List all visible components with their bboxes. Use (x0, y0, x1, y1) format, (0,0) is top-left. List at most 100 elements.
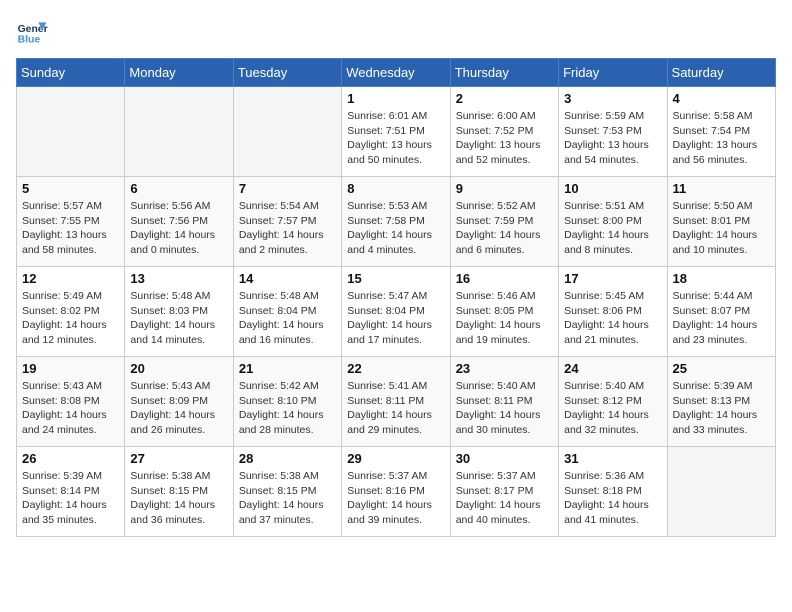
header: General Blue (16, 16, 776, 48)
day-info: Sunrise: 5:36 AM Sunset: 8:18 PM Dayligh… (564, 469, 661, 528)
calendar-cell: 31Sunrise: 5:36 AM Sunset: 8:18 PM Dayli… (559, 447, 667, 537)
calendar-cell (233, 87, 341, 177)
day-info: Sunrise: 5:46 AM Sunset: 8:05 PM Dayligh… (456, 289, 553, 348)
day-info: Sunrise: 6:01 AM Sunset: 7:51 PM Dayligh… (347, 109, 444, 168)
calendar-table: SundayMondayTuesdayWednesdayThursdayFrid… (16, 58, 776, 537)
day-info: Sunrise: 5:48 AM Sunset: 8:03 PM Dayligh… (130, 289, 227, 348)
day-number: 30 (456, 451, 553, 466)
day-number: 7 (239, 181, 336, 196)
day-number: 1 (347, 91, 444, 106)
day-number: 22 (347, 361, 444, 376)
calendar-week-1: 1 Sunrise: 6:01 AM Sunset: 7:51 PM Daylig… (17, 87, 776, 177)
day-info: Sunrise: 5:40 AM Sunset: 8:11 PM Dayligh… (456, 379, 553, 438)
day-number: 9 (456, 181, 553, 196)
calendar-header-row: SundayMondayTuesdayWednesdayThursdayFrid… (17, 59, 776, 87)
calendar-cell: 2 Sunrise: 6:00 AM Sunset: 7:52 PM Daylig… (450, 87, 558, 177)
calendar-cell: 25Sunrise: 5:39 AM Sunset: 8:13 PM Dayli… (667, 357, 775, 447)
day-number: 27 (130, 451, 227, 466)
calendar-cell: 16 Sunrise: 5:46 AM Sunset: 8:05 PM Dayli… (450, 267, 558, 357)
day-number: 10 (564, 181, 661, 196)
calendar-cell: 10 Sunrise: 5:51 AM Sunset: 8:00 PM Dayli… (559, 177, 667, 267)
svg-text:Blue: Blue (18, 34, 41, 45)
calendar-cell: 30 Sunrise: 5:37 AM Sunset: 8:17 PM Dayli… (450, 447, 558, 537)
calendar-cell: 15 Sunrise: 5:47 AM Sunset: 8:04 PM Dayli… (342, 267, 450, 357)
day-info: Sunrise: 5:49 AM Sunset: 8:02 PM Dayligh… (22, 289, 119, 348)
day-info: Sunrise: 5:39 AM Sunset: 8:14 PM Dayligh… (22, 469, 119, 528)
day-info: Sunrise: 6:00 AM Sunset: 7:52 PM Dayligh… (456, 109, 553, 168)
day-info: Sunrise: 5:45 AM Sunset: 8:06 PM Dayligh… (564, 289, 661, 348)
calendar-cell: 9 Sunrise: 5:52 AM Sunset: 7:59 PM Daylig… (450, 177, 558, 267)
day-number: 23 (456, 361, 553, 376)
day-number: 6 (130, 181, 227, 196)
calendar-cell: 18Sunrise: 5:44 AM Sunset: 8:07 PM Dayli… (667, 267, 775, 357)
day-number: 11 (673, 181, 770, 196)
calendar-week-5: 26Sunrise: 5:39 AM Sunset: 8:14 PM Dayli… (17, 447, 776, 537)
day-info: Sunrise: 5:43 AM Sunset: 8:08 PM Dayligh… (22, 379, 119, 438)
day-header-monday: Monday (125, 59, 233, 87)
day-number: 4 (673, 91, 770, 106)
calendar-cell: 23 Sunrise: 5:40 AM Sunset: 8:11 PM Dayli… (450, 357, 558, 447)
calendar-cell: 21 Sunrise: 5:42 AM Sunset: 8:10 PM Dayli… (233, 357, 341, 447)
day-info: Sunrise: 5:58 AM Sunset: 7:54 PM Dayligh… (673, 109, 770, 168)
day-number: 29 (347, 451, 444, 466)
day-number: 28 (239, 451, 336, 466)
calendar-cell: 29 Sunrise: 5:37 AM Sunset: 8:16 PM Dayli… (342, 447, 450, 537)
day-info: Sunrise: 5:59 AM Sunset: 7:53 PM Dayligh… (564, 109, 661, 168)
calendar-cell: 1 Sunrise: 6:01 AM Sunset: 7:51 PM Daylig… (342, 87, 450, 177)
day-header-tuesday: Tuesday (233, 59, 341, 87)
day-number: 2 (456, 91, 553, 106)
logo-icon: General Blue (16, 16, 48, 48)
calendar-cell (125, 87, 233, 177)
calendar-cell: 8Sunrise: 5:53 AM Sunset: 7:58 PM Daylig… (342, 177, 450, 267)
day-info: Sunrise: 5:38 AM Sunset: 8:15 PM Dayligh… (239, 469, 336, 528)
day-header-wednesday: Wednesday (342, 59, 450, 87)
calendar-cell (17, 87, 125, 177)
calendar-cell: 7 Sunrise: 5:54 AM Sunset: 7:57 PM Daylig… (233, 177, 341, 267)
day-info: Sunrise: 5:48 AM Sunset: 8:04 PM Dayligh… (239, 289, 336, 348)
calendar-cell: 12 Sunrise: 5:49 AM Sunset: 8:02 PM Dayli… (17, 267, 125, 357)
day-header-saturday: Saturday (667, 59, 775, 87)
day-info: Sunrise: 5:56 AM Sunset: 7:56 PM Dayligh… (130, 199, 227, 258)
calendar-cell: 5 Sunrise: 5:57 AM Sunset: 7:55 PM Daylig… (17, 177, 125, 267)
day-number: 3 (564, 91, 661, 106)
calendar-cell (667, 447, 775, 537)
calendar-week-2: 5 Sunrise: 5:57 AM Sunset: 7:55 PM Daylig… (17, 177, 776, 267)
day-info: Sunrise: 5:37 AM Sunset: 8:17 PM Dayligh… (456, 469, 553, 528)
day-number: 21 (239, 361, 336, 376)
day-number: 18 (673, 271, 770, 286)
day-info: Sunrise: 5:54 AM Sunset: 7:57 PM Dayligh… (239, 199, 336, 258)
calendar-cell: 28 Sunrise: 5:38 AM Sunset: 8:15 PM Dayli… (233, 447, 341, 537)
day-info: Sunrise: 5:38 AM Sunset: 8:15 PM Dayligh… (130, 469, 227, 528)
day-info: Sunrise: 5:52 AM Sunset: 7:59 PM Dayligh… (456, 199, 553, 258)
day-info: Sunrise: 5:47 AM Sunset: 8:04 PM Dayligh… (347, 289, 444, 348)
day-number: 17 (564, 271, 661, 286)
day-info: Sunrise: 5:43 AM Sunset: 8:09 PM Dayligh… (130, 379, 227, 438)
day-number: 5 (22, 181, 119, 196)
day-number: 12 (22, 271, 119, 286)
calendar-cell: 22 Sunrise: 5:41 AM Sunset: 8:11 PM Dayli… (342, 357, 450, 447)
day-number: 19 (22, 361, 119, 376)
calendar-cell: 17 Sunrise: 5:45 AM Sunset: 8:06 PM Dayli… (559, 267, 667, 357)
calendar-week-3: 12 Sunrise: 5:49 AM Sunset: 8:02 PM Dayli… (17, 267, 776, 357)
day-number: 25 (673, 361, 770, 376)
calendar-cell: 26Sunrise: 5:39 AM Sunset: 8:14 PM Dayli… (17, 447, 125, 537)
day-info: Sunrise: 5:37 AM Sunset: 8:16 PM Dayligh… (347, 469, 444, 528)
calendar-week-4: 19 Sunrise: 5:43 AM Sunset: 8:08 PM Dayli… (17, 357, 776, 447)
calendar-cell: 20Sunrise: 5:43 AM Sunset: 8:09 PM Dayli… (125, 357, 233, 447)
day-info: Sunrise: 5:51 AM Sunset: 8:00 PM Dayligh… (564, 199, 661, 258)
calendar-cell: 6 Sunrise: 5:56 AM Sunset: 7:56 PM Daylig… (125, 177, 233, 267)
day-number: 15 (347, 271, 444, 286)
day-number: 16 (456, 271, 553, 286)
day-number: 8 (347, 181, 444, 196)
calendar-cell: 14 Sunrise: 5:48 AM Sunset: 8:04 PM Dayli… (233, 267, 341, 357)
day-info: Sunrise: 5:57 AM Sunset: 7:55 PM Dayligh… (22, 199, 119, 258)
day-header-thursday: Thursday (450, 59, 558, 87)
calendar-cell: 24Sunrise: 5:40 AM Sunset: 8:12 PM Dayli… (559, 357, 667, 447)
day-number: 14 (239, 271, 336, 286)
day-info: Sunrise: 5:41 AM Sunset: 8:11 PM Dayligh… (347, 379, 444, 438)
day-header-sunday: Sunday (17, 59, 125, 87)
day-header-friday: Friday (559, 59, 667, 87)
day-info: Sunrise: 5:42 AM Sunset: 8:10 PM Dayligh… (239, 379, 336, 438)
day-number: 13 (130, 271, 227, 286)
calendar-cell: 13 Sunrise: 5:48 AM Sunset: 8:03 PM Dayli… (125, 267, 233, 357)
